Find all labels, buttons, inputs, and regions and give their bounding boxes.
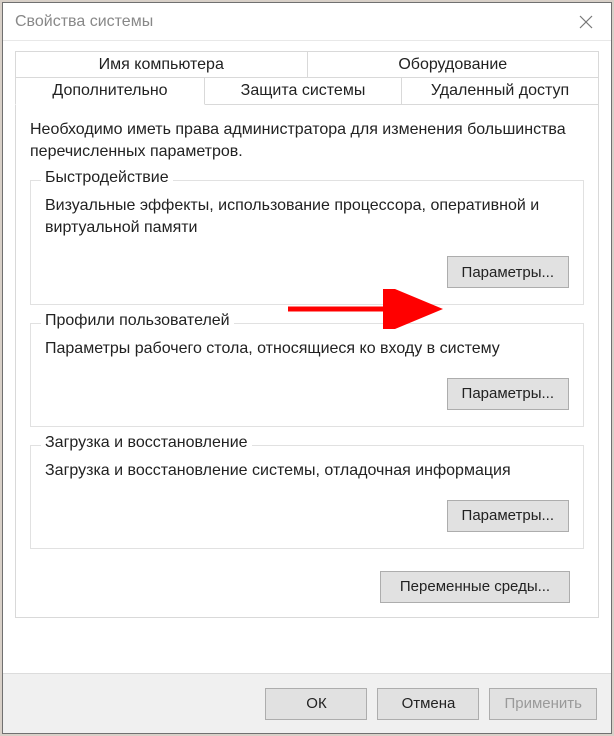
- environment-variables-button[interactable]: Переменные среды...: [380, 571, 570, 603]
- tab-remote[interactable]: Удаленный доступ: [402, 77, 599, 105]
- group-startup-recovery: Загрузка и восстановление Загрузка и вос…: [30, 445, 584, 549]
- group-performance-desc: Визуальные эффекты, использование процес…: [45, 195, 569, 238]
- system-properties-window: Свойства системы Имя компьютера Оборудов…: [2, 2, 612, 734]
- tab-panel-advanced: Необходимо иметь права администратора дл…: [15, 105, 599, 618]
- group-user-profiles: Профили пользователей Параметры рабочего…: [30, 323, 584, 427]
- cancel-button[interactable]: Отмена: [377, 688, 479, 720]
- group-user-profiles-desc: Параметры рабочего стола, относящиеся ко…: [45, 338, 569, 360]
- startup-recovery-settings-button[interactable]: Параметры...: [447, 500, 569, 532]
- group-startup-recovery-desc: Загрузка и восстановление системы, отлад…: [45, 460, 569, 482]
- tab-computer-name[interactable]: Имя компьютера: [15, 51, 308, 78]
- user-profiles-settings-button[interactable]: Параметры...: [447, 378, 569, 410]
- environment-variables-row: Переменные среды...: [30, 571, 584, 603]
- group-performance-legend: Быстродействие: [41, 169, 173, 187]
- performance-settings-button[interactable]: Параметры...: [447, 256, 569, 288]
- group-performance: Быстродействие Визуальные эффекты, испол…: [30, 180, 584, 305]
- dialog-body: Имя компьютера Оборудование Дополнительн…: [3, 41, 611, 673]
- group-user-profiles-legend: Профили пользователей: [41, 312, 234, 330]
- ok-button[interactable]: ОК: [265, 688, 367, 720]
- close-button[interactable]: [561, 3, 611, 41]
- tab-row-1: Имя компьютера Оборудование: [15, 51, 599, 78]
- tab-advanced[interactable]: Дополнительно: [15, 77, 205, 105]
- tab-row-2: Дополнительно Защита системы Удаленный д…: [15, 77, 599, 105]
- dialog-footer: ОК Отмена Применить: [3, 673, 611, 733]
- tab-hardware[interactable]: Оборудование: [308, 51, 600, 78]
- window-title: Свойства системы: [15, 13, 153, 31]
- titlebar: Свойства системы: [3, 3, 611, 41]
- apply-button[interactable]: Применить: [489, 688, 597, 720]
- close-icon: [579, 15, 593, 29]
- group-startup-recovery-legend: Загрузка и восстановление: [41, 434, 252, 452]
- tab-system-protection[interactable]: Защита системы: [205, 77, 402, 105]
- intro-text: Необходимо иметь права администратора дл…: [30, 119, 584, 162]
